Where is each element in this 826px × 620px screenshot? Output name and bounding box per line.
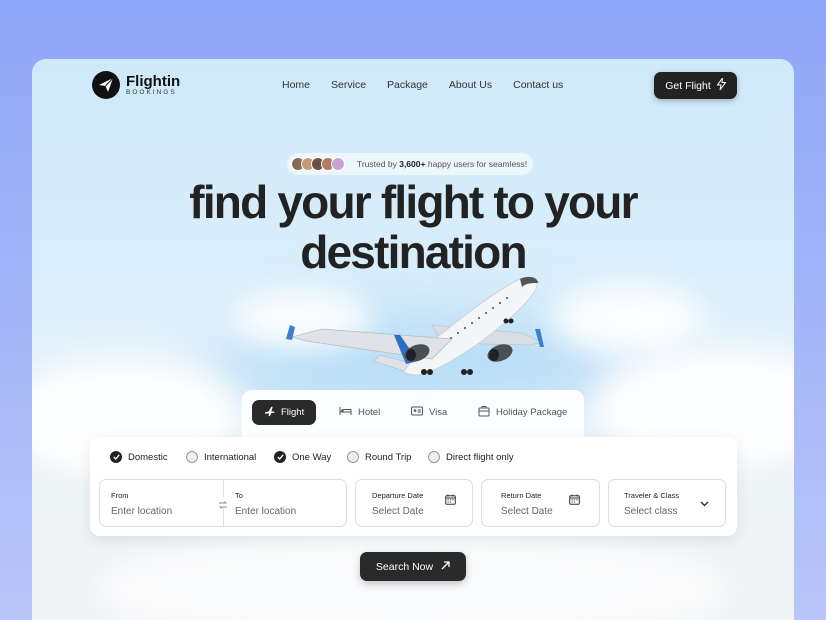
nav-home[interactable]: Home xyxy=(282,79,310,91)
calendar-icon[interactable] xyxy=(569,492,580,510)
option-round-trip[interactable]: Round Trip xyxy=(347,451,411,463)
option-one-way[interactable]: One Way xyxy=(274,451,331,463)
search-panel: Domestic International One Way Round Tri… xyxy=(90,437,737,536)
from-input[interactable]: Enter location xyxy=(111,506,172,517)
to-label: To xyxy=(235,491,243,500)
unchecked-icon xyxy=(186,451,198,463)
return-date-input[interactable]: Select Date xyxy=(501,506,553,517)
bed-icon xyxy=(339,406,352,419)
tab-hotel-label: Hotel xyxy=(358,407,381,418)
tab-flight[interactable]: Flight xyxy=(252,400,317,425)
hero-headline: find your flight to your destination xyxy=(32,177,794,277)
bolt-icon xyxy=(716,76,727,93)
option-round-trip-label: Round Trip xyxy=(365,451,412,463)
get-flight-label: Get Flight xyxy=(665,79,711,92)
trust-text: Trusted by 3,600+ happy users for seamle… xyxy=(357,159,528,169)
trust-count: 3,600+ xyxy=(399,159,426,169)
calendar-icon[interactable] xyxy=(445,492,456,510)
departure-date-field[interactable]: Departure Date Select Date xyxy=(355,479,473,527)
option-domestic[interactable]: Domestic xyxy=(110,451,168,463)
traveler-class-select[interactable]: Select class xyxy=(624,506,677,517)
return-date-label: Return Date xyxy=(501,491,542,500)
traveler-class-label: Traveler & Class xyxy=(624,491,680,500)
package-icon xyxy=(478,405,490,420)
to-field[interactable]: To Enter location xyxy=(224,480,347,526)
option-domestic-label: Domestic xyxy=(128,451,168,463)
main-nav: Home Service Package About Us Contact us xyxy=(282,79,584,91)
search-now-button[interactable]: Search Now xyxy=(360,552,466,581)
tab-flight-label: Flight xyxy=(281,407,305,418)
option-international[interactable]: International xyxy=(186,451,256,463)
tab-hotel[interactable]: Hotel xyxy=(339,400,380,425)
tab-holiday-package-label: Holiday Package xyxy=(496,407,568,418)
return-date-field[interactable]: Return Date Select Date xyxy=(481,479,600,527)
from-label: From xyxy=(111,491,129,500)
from-field[interactable]: From Enter location xyxy=(100,480,223,526)
trust-badge: Trusted by 3,600+ happy users for seamle… xyxy=(287,153,534,175)
from-to-field: From Enter location To Enter location xyxy=(99,479,347,527)
tab-visa-label: Visa xyxy=(429,407,448,418)
hero-card: Flightin BOOKINGS Home Service Package A… xyxy=(32,59,794,620)
get-flight-button[interactable]: Get Flight xyxy=(654,72,737,99)
nav-contact-us[interactable]: Contact us xyxy=(513,79,563,91)
option-direct-flight-only[interactable]: Direct flight only xyxy=(428,451,514,463)
hero-line-1: find your flight to your xyxy=(189,176,638,228)
plane-icon xyxy=(264,406,275,420)
to-input[interactable]: Enter location xyxy=(235,506,296,517)
unchecked-icon xyxy=(347,451,359,463)
cloud xyxy=(552,284,702,354)
id-card-icon xyxy=(411,406,423,419)
paper-plane-icon xyxy=(92,71,120,99)
booking-tabs: Flight Hotel Visa Holiday Package xyxy=(242,390,584,438)
brand-name: Flightin xyxy=(126,72,181,90)
airplane-illustration xyxy=(282,267,552,392)
option-direct-flight-label: Direct flight only xyxy=(446,451,514,463)
brand-tagline: BOOKINGS xyxy=(126,88,177,96)
tab-holiday-package[interactable]: Holiday Package xyxy=(478,400,567,425)
departure-date-input[interactable]: Select Date xyxy=(372,506,424,517)
checked-icon xyxy=(110,451,122,463)
brand-logo[interactable]: Flightin BOOKINGS xyxy=(92,71,180,99)
nav-package[interactable]: Package xyxy=(387,79,428,91)
departure-date-label: Departure Date xyxy=(372,491,424,500)
nav-about-us[interactable]: About Us xyxy=(449,79,492,91)
avatar-group xyxy=(291,157,345,171)
arrow-up-right-icon xyxy=(441,560,450,573)
checked-icon xyxy=(274,451,286,463)
avatar xyxy=(331,157,345,171)
chevron-down-icon[interactable] xyxy=(700,494,709,512)
option-international-label: International xyxy=(204,451,257,463)
tab-visa[interactable]: Visa xyxy=(411,400,447,425)
nav-service[interactable]: Service xyxy=(331,79,366,91)
option-one-way-label: One Way xyxy=(292,451,332,463)
search-now-label: Search Now xyxy=(375,560,434,573)
unchecked-icon xyxy=(428,451,440,463)
traveler-class-field[interactable]: Traveler & Class Select class xyxy=(608,479,726,527)
